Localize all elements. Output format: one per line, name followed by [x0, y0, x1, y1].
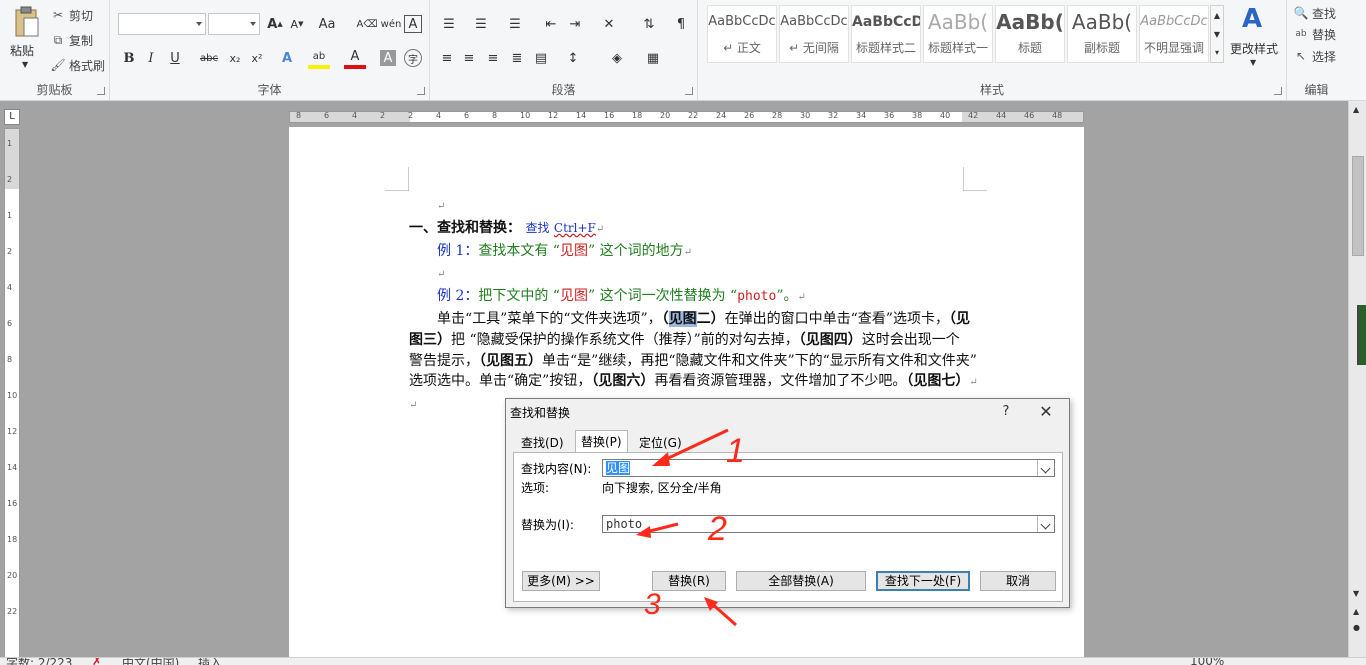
annotation-number-3: 3 [644, 588, 661, 621]
annotation-overlay: 1 2 3 [636, 428, 745, 627]
arrow-head [652, 452, 670, 466]
arrow-step-1 [659, 428, 729, 464]
annotation-number-1: 1 [726, 432, 745, 470]
arrow-head [636, 526, 651, 538]
annotation-number-2: 2 [707, 510, 727, 548]
